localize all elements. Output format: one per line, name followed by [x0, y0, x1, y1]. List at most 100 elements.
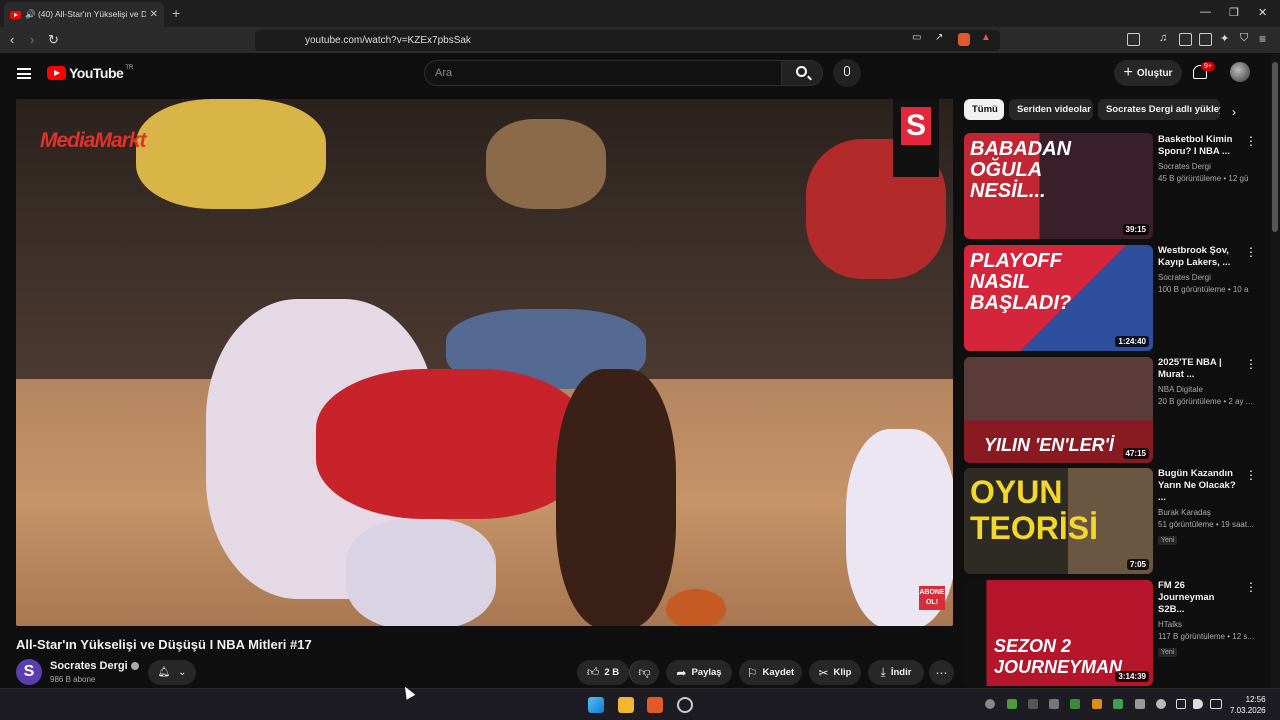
tray-icon[interactable] — [1049, 699, 1059, 709]
channel-name[interactable]: Socrates Dergi — [50, 660, 139, 672]
recommendation-info[interactable]: FM 26 Journeyman S2B... HTalks 117 B gör… — [1158, 580, 1254, 659]
subscriber-count: 986 B abone — [50, 675, 96, 684]
clock-time: 12:56 — [1245, 695, 1266, 704]
tray-icon[interactable] — [1092, 699, 1102, 709]
recommendation-channel: NBA Digitale — [1158, 385, 1203, 394]
share-page-icon[interactable]: ↗ — [935, 32, 943, 43]
recommendation-title: Bugün Kazandın Yarın Ne Olacak? ... — [1158, 468, 1236, 503]
recommendation-info[interactable]: Bugün Kazandın Yarın Ne Olacak? ... Bura… — [1158, 468, 1254, 547]
recommendation-info[interactable]: Westbrook Şov, Kayıp Lakers, ... Socrate… — [1158, 245, 1248, 294]
vpn-icon[interactable]: ⛉ — [1240, 32, 1248, 45]
volume-icon[interactable] — [1193, 699, 1203, 709]
save-button[interactable]: ⚐ Kaydet — [739, 660, 802, 685]
thumbs-down-icon: 👎︎ — [638, 665, 651, 679]
more-vertical-icon[interactable]: ⋮ — [1245, 357, 1257, 371]
page-scrollbar[interactable] — [1271, 54, 1280, 688]
recommendation-info[interactable]: Basketbol Kimin Sporu? I NBA ... Socrate… — [1158, 134, 1248, 183]
guide-menu-icon[interactable] — [17, 68, 31, 79]
share-button[interactable]: ➦ Paylaş — [666, 660, 732, 685]
search-input[interactable]: Ara — [424, 60, 782, 86]
dislike-button[interactable]: 👎︎ — [629, 660, 659, 685]
more-actions-button[interactable]: ⋯ — [929, 660, 954, 685]
chip-all[interactable]: Tümü — [964, 99, 1004, 120]
more-vertical-icon[interactable]: ⋮ — [1245, 580, 1257, 594]
scrollbar-thumb[interactable] — [1272, 62, 1278, 232]
recommendation-thumbnail[interactable]: SEZON 2 JOURNEYMAN 3:14:39 — [964, 580, 1153, 686]
chevron-right-icon[interactable]: › — [1232, 105, 1236, 119]
tray-icon[interactable] — [1113, 699, 1123, 709]
new-badge: Yeni — [1158, 536, 1178, 545]
channel-avatar[interactable]: S — [16, 659, 42, 685]
brave-browser-icon[interactable] — [647, 697, 663, 713]
reader-icon[interactable] — [1179, 33, 1192, 46]
reload-icon[interactable]: ↻ — [48, 32, 59, 48]
subscription-bell-button[interactable]: 🔔︎ ⌄ — [148, 660, 196, 685]
new-tab-icon[interactable]: + — [172, 5, 180, 21]
system-clock[interactable]: 12:56 7.03.2026 — [1230, 694, 1266, 716]
browser-tab[interactable]: 🔊 (40) All-Star'ın Yükselişi ve Dü ✕ — [4, 2, 164, 27]
player-shape — [316, 369, 586, 519]
clip-button[interactable]: ✂ Klip — [809, 660, 861, 685]
recommendation-channel: HTalks — [1158, 620, 1183, 629]
more-vertical-icon[interactable]: ⋮ — [1245, 245, 1257, 259]
account-avatar[interactable] — [1230, 62, 1250, 82]
brave-shield-icon[interactable] — [958, 33, 970, 46]
more-vertical-icon[interactable]: ⋮ — [1245, 134, 1257, 148]
like-button[interactable]: 👍︎ 2 B — [577, 660, 629, 685]
file-explorer-icon[interactable] — [618, 697, 634, 713]
cast-icon[interactable]: ▭ — [912, 32, 921, 43]
microphone-tray-icon[interactable] — [1156, 699, 1166, 709]
chip-uploader[interactable]: Socrates Dergi adlı yükleyi — [1098, 99, 1220, 120]
youtube-logo[interactable]: YouTube TR — [47, 65, 133, 81]
menu-hamburger-icon[interactable]: ≡ — [1259, 32, 1266, 46]
music-icon[interactable]: ♫ — [1159, 32, 1167, 44]
start-windows-icon[interactable] — [588, 697, 604, 713]
recommendation-thumbnail[interactable]: PLAYOFF NASIL BAŞLADI? 1:24:40 — [964, 245, 1153, 351]
close-window-icon[interactable]: ✕ — [1258, 6, 1267, 19]
recommendation-thumbnail[interactable]: BABADAN OĞULA NESİL... 39:15 — [964, 133, 1153, 239]
subscribe-overlay[interactable]: ABONE OL! — [919, 586, 945, 610]
tray-icon[interactable] — [1135, 699, 1145, 709]
video-title: All-Star'ın Yükselişi ve Düşüşü I NBA Mi… — [16, 637, 312, 652]
player-shape — [556, 369, 676, 626]
recommendation-thumbnail[interactable]: OYUN TEORİSİ 7:05 — [964, 468, 1153, 574]
save-label: Kaydet — [762, 667, 795, 678]
address-bar[interactable]: youtube.com/watch?v=KZEx7pbsSak — [255, 30, 1000, 51]
like-count: 2 B — [604, 667, 620, 678]
youtube-header: YouTube TR Ara + Oluştur 9+ — [0, 54, 1270, 94]
search-button[interactable] — [781, 60, 823, 86]
watermark-letter: S — [901, 107, 931, 145]
channel-watermark[interactable]: S — [893, 99, 939, 177]
video-player[interactable]: MediaMarkt S ABONE OL! — [16, 99, 953, 626]
recommendation-channel: Socrates Dergi — [1158, 162, 1211, 171]
tray-icon[interactable] — [1028, 699, 1038, 709]
duration-badge: 3:14:39 — [1115, 671, 1149, 682]
tray-icon[interactable] — [985, 699, 995, 709]
battery-icon[interactable] — [1210, 699, 1222, 709]
app-icon[interactable] — [677, 697, 693, 713]
forward-icon[interactable]: › — [30, 32, 34, 47]
recommendation-title: Basketbol Kimin Sporu? I NBA ... — [1158, 134, 1233, 157]
more-vertical-icon[interactable]: ⋮ — [1245, 468, 1257, 482]
voice-search-button[interactable] — [833, 59, 861, 87]
chip-series[interactable]: Seriden videolar — [1009, 99, 1093, 120]
minimize-icon[interactable]: — — [1200, 6, 1211, 18]
spectator-shape — [486, 119, 606, 209]
tray-icon[interactable] — [1007, 699, 1017, 709]
brave-rewards-icon[interactable]: ▲ — [981, 32, 991, 43]
scissors-icon: ✂ — [818, 665, 829, 680]
thumbs-up-icon: 👍︎ — [586, 665, 600, 679]
close-tab-icon[interactable]: ✕ — [150, 9, 158, 20]
wallet-icon[interactable] — [1199, 33, 1212, 46]
download-button[interactable]: ⤓ İndir — [868, 660, 924, 685]
sidebar-toggle-icon[interactable] — [1127, 33, 1140, 46]
restore-icon[interactable]: ❐ — [1229, 6, 1239, 19]
back-icon[interactable]: ‹ — [10, 32, 14, 47]
tray-icon[interactable] — [1070, 699, 1080, 709]
create-button[interactable]: + Oluştur — [1114, 60, 1182, 86]
recommendation-thumbnail[interactable]: YILIN 'EN'LER'İ 47:15 — [964, 357, 1153, 463]
download-icon: ⤓ — [880, 665, 886, 679]
ai-icon[interactable]: ✦ — [1220, 32, 1229, 45]
recommendation-info[interactable]: 2025'TE NBA | Murat ... NBA Digitale 20 … — [1158, 357, 1252, 406]
network-icon[interactable] — [1176, 699, 1186, 709]
